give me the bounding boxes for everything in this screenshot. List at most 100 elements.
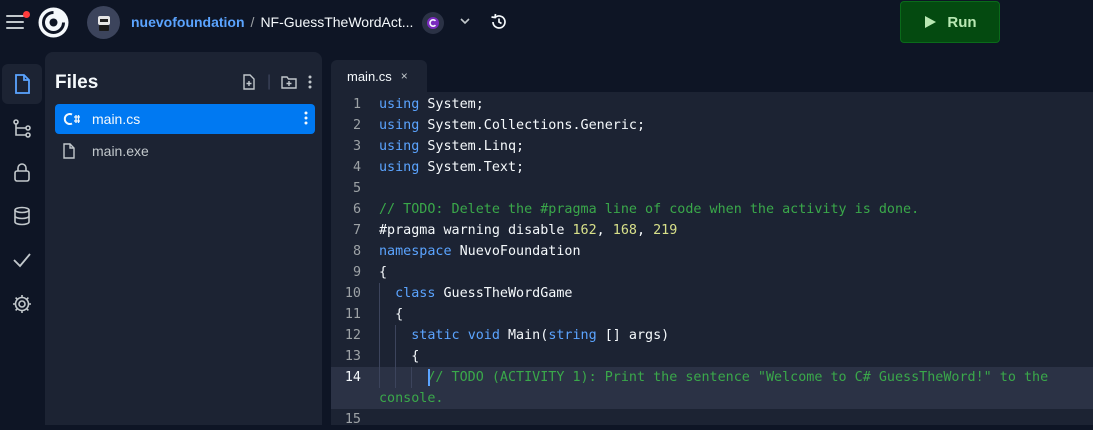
code-line[interactable]: 13 { bbox=[331, 346, 1093, 367]
code-keyword: static bbox=[411, 328, 468, 343]
code-number: 219 bbox=[653, 223, 678, 238]
git-branch-icon bbox=[13, 119, 31, 138]
file-item-main-exe[interactable]: main.exe bbox=[55, 136, 315, 166]
text-cursor bbox=[428, 369, 430, 386]
tab-main-cs[interactable]: main.cs × bbox=[331, 60, 427, 92]
line-number: 5 bbox=[352, 181, 361, 196]
code-token: System.Collections.Generic; bbox=[427, 118, 646, 133]
code-comment: console. bbox=[379, 391, 444, 406]
new-folder-icon[interactable] bbox=[281, 74, 297, 90]
kebab-menu-icon[interactable] bbox=[307, 74, 313, 90]
new-file-icon[interactable] bbox=[241, 74, 257, 90]
avatar[interactable] bbox=[87, 6, 120, 39]
code-token: { bbox=[379, 265, 388, 280]
files-actions: | bbox=[241, 73, 313, 91]
git-tool-button[interactable] bbox=[2, 108, 42, 148]
code-token: GuessTheWordGame bbox=[443, 286, 573, 301]
code-keyword: namespace bbox=[379, 244, 460, 259]
avatar-robot-icon bbox=[97, 15, 110, 31]
settings-tool-button[interactable] bbox=[2, 284, 42, 324]
code-token: , bbox=[596, 223, 613, 238]
chevron-down-icon[interactable] bbox=[458, 14, 472, 33]
line-number: 8 bbox=[352, 244, 361, 259]
breadcrumb-owner[interactable]: nuevofoundation bbox=[131, 14, 245, 30]
code-token: { bbox=[379, 307, 404, 322]
csharp-language-icon[interactable] bbox=[422, 12, 444, 34]
code-number: 168 bbox=[612, 223, 637, 238]
code-token: [] args) bbox=[604, 328, 670, 343]
indent-guide bbox=[379, 283, 380, 304]
code-line[interactable]: 5 bbox=[331, 178, 1093, 199]
code-token: System; bbox=[427, 97, 484, 112]
code-line[interactable]: 7 #pragma warning disable 162, 168, 219 bbox=[331, 220, 1093, 241]
code-editor-pane: main.cs × 1 using System; 2 using System.Co… bbox=[331, 52, 1093, 427]
replit-logo-icon[interactable] bbox=[37, 6, 70, 39]
code-line[interactable]: 2 using System.Collections.Generic; bbox=[331, 115, 1093, 136]
code-number: 162 bbox=[572, 223, 597, 238]
code-comment: // TODO (ACTIVITY 1): Print the sentence… bbox=[427, 370, 1049, 385]
code-line[interactable]: console. bbox=[331, 388, 1093, 409]
code-token: System.Text; bbox=[427, 160, 525, 175]
code-line[interactable]: 4 using System.Text; bbox=[331, 157, 1093, 178]
hamburger-menu-icon[interactable] bbox=[6, 11, 30, 29]
line-number: 2 bbox=[352, 118, 361, 133]
indent-guide bbox=[395, 346, 397, 367]
code-text: { bbox=[379, 262, 387, 283]
code-line[interactable]: 1 using System; bbox=[331, 94, 1093, 115]
indent-guide bbox=[379, 346, 380, 367]
code-token: System.Linq; bbox=[427, 139, 525, 154]
file-icon bbox=[62, 143, 84, 159]
code-line[interactable]: 3 using System.Linq; bbox=[331, 136, 1093, 157]
run-button-label: Run bbox=[947, 13, 977, 31]
breadcrumb: nuevofoundation / NF-GuessTheWordAct... bbox=[131, 14, 413, 30]
files-panel: Files | main.cs main.exe bbox=[45, 52, 322, 425]
line-number: 10 bbox=[344, 286, 361, 301]
breadcrumb-repl-name[interactable]: NF-GuessTheWordAct... bbox=[260, 14, 413, 30]
file-item-label: main.exe bbox=[92, 143, 149, 159]
database-tool-button[interactable] bbox=[2, 196, 42, 236]
code-keyword: using bbox=[379, 139, 428, 154]
code-keyword: using bbox=[379, 97, 428, 112]
editor-tab-bar: main.cs × bbox=[331, 52, 1093, 92]
code-area[interactable]: 1 using System; 2 using System.Collections.… bbox=[331, 94, 1093, 430]
code-text: namespace NuevoFoundation bbox=[379, 241, 581, 262]
file-item-label: main.cs bbox=[92, 111, 141, 127]
code-token: { bbox=[379, 349, 420, 364]
history-icon[interactable] bbox=[489, 12, 509, 37]
code-line[interactable]: 11 { bbox=[331, 304, 1093, 325]
line-number: 1 bbox=[352, 97, 361, 112]
code-text: static void Main(string [] args) bbox=[379, 325, 669, 346]
secrets-tool-button[interactable] bbox=[2, 152, 42, 192]
code-text: using System.Linq; bbox=[379, 136, 524, 157]
line-number: 12 bbox=[344, 328, 361, 343]
code-line[interactable]: 15 bbox=[331, 409, 1093, 430]
code-keyword: string bbox=[548, 328, 605, 343]
file-kebab-menu-icon[interactable] bbox=[303, 110, 309, 129]
files-tool-button[interactable] bbox=[2, 64, 42, 104]
tests-tool-button[interactable] bbox=[2, 240, 42, 280]
notification-dot bbox=[23, 11, 30, 18]
files-panel-title: Files bbox=[55, 72, 99, 93]
code-line[interactable]: 6 // TODO: Delete the #pragma line of cod… bbox=[331, 199, 1093, 220]
code-line[interactable]: 12 static void Main(string [] args) bbox=[331, 325, 1093, 346]
code-line[interactable]: 10 class GuessTheWordGame bbox=[331, 283, 1093, 304]
code-keyword: class bbox=[395, 286, 444, 301]
line-number: 13 bbox=[344, 349, 361, 364]
code-keyword: using bbox=[379, 118, 428, 133]
code-comment: // TODO: Delete the #pragma line of code… bbox=[379, 202, 920, 217]
run-button[interactable]: Run bbox=[900, 1, 1000, 43]
code-line[interactable]: 8 namespace NuevoFoundation bbox=[331, 241, 1093, 262]
code-keyword: void bbox=[467, 328, 508, 343]
code-text: using System; bbox=[379, 94, 484, 115]
close-tab-icon[interactable]: × bbox=[401, 69, 408, 83]
file-icon bbox=[15, 74, 30, 94]
code-line[interactable]: 14 // TODO (ACTIVITY 1): Print the sente… bbox=[331, 367, 1093, 388]
lock-icon bbox=[14, 163, 30, 182]
code-token: NuevoFoundation bbox=[459, 244, 581, 259]
file-item-main-cs[interactable]: main.cs bbox=[55, 104, 315, 134]
code-line[interactable]: 9{ bbox=[331, 262, 1093, 283]
top-bar: nuevofoundation / NF-GuessTheWordAct... … bbox=[0, 0, 1093, 52]
tab-label: main.cs bbox=[347, 68, 392, 84]
checkmark-icon bbox=[13, 253, 31, 268]
